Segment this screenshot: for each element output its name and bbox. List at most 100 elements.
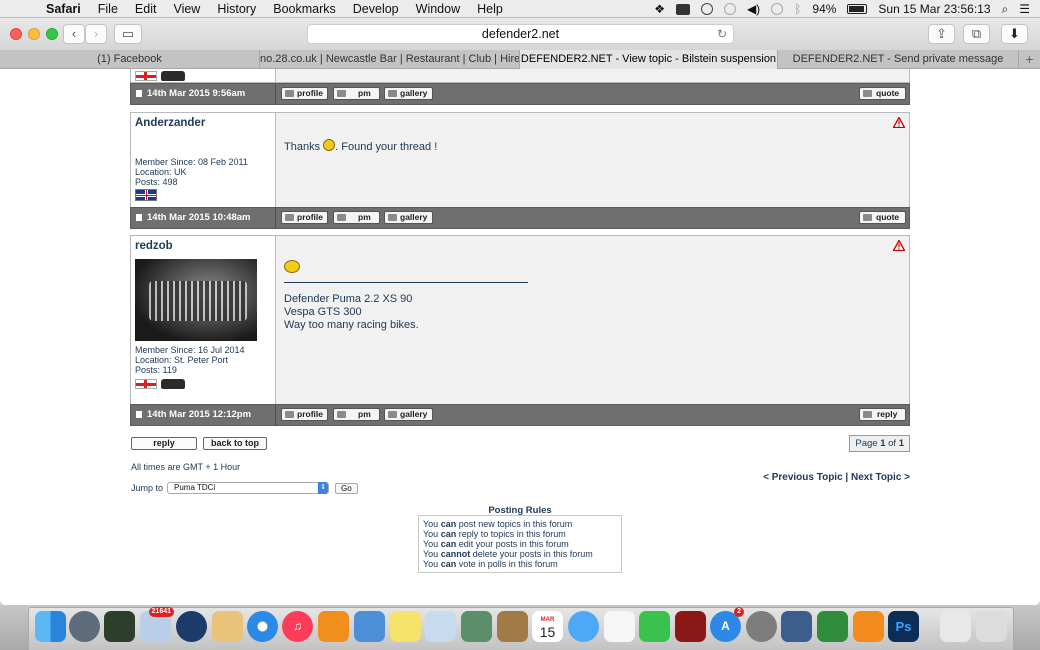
tab-facebook[interactable]: (1) Facebook bbox=[0, 50, 260, 69]
app-store-icon[interactable]: A2 bbox=[710, 607, 744, 642]
sync-icon[interactable] bbox=[700, 3, 713, 15]
menu-help[interactable]: Help bbox=[477, 2, 503, 16]
stickies-icon[interactable] bbox=[390, 611, 421, 642]
remote-desktop-icon[interactable] bbox=[176, 611, 207, 642]
photoshop-icon[interactable]: Ps bbox=[888, 611, 919, 642]
vlc-icon[interactable] bbox=[853, 611, 884, 642]
minimize-window-button[interactable] bbox=[28, 28, 40, 40]
gallery-button[interactable]: gallery bbox=[384, 87, 433, 100]
reply-button[interactable]: reply bbox=[131, 437, 197, 450]
profile-button[interactable]: profile bbox=[281, 87, 328, 100]
pagination: Page 1 of 1 bbox=[849, 435, 910, 452]
profile-button[interactable]: profile bbox=[281, 211, 328, 224]
safari-icon[interactable] bbox=[247, 611, 278, 642]
tab-view-topic[interactable]: DEFENDER2.NET - View topic - Bilstein su… bbox=[520, 50, 778, 69]
menu-window[interactable]: Window bbox=[416, 2, 460, 16]
pm-button[interactable]: pm bbox=[333, 211, 380, 224]
author-panel: Anderzander Member Since: 08 Feb 2011 Lo… bbox=[131, 113, 276, 207]
activity-monitor-icon[interactable] bbox=[781, 611, 812, 642]
ibooks-icon[interactable] bbox=[318, 611, 349, 642]
screen-recorder-icon[interactable] bbox=[675, 3, 690, 15]
author-name[interactable]: redzob bbox=[135, 240, 271, 252]
bluetooth-icon[interactable]: ᛒ bbox=[794, 2, 801, 16]
preview-icon[interactable] bbox=[425, 611, 456, 642]
photo-booth-icon[interactable] bbox=[675, 611, 706, 642]
photo-icon[interactable] bbox=[461, 611, 492, 642]
wifi-utility-icon[interactable] bbox=[817, 611, 848, 642]
quote-button[interactable]: quote bbox=[859, 211, 906, 224]
mission-control-icon[interactable] bbox=[104, 611, 135, 642]
menu-bookmarks[interactable]: Bookmarks bbox=[273, 2, 336, 16]
menu-file[interactable]: File bbox=[98, 2, 118, 16]
mail-icon[interactable]: 21641 bbox=[140, 607, 174, 642]
browser-toolbar: ‹ › ▭ defender2.net ↻ ⇪ ⧉ ⬇ bbox=[0, 18, 1040, 50]
battery-icon[interactable] bbox=[847, 4, 868, 14]
signature-line-2: Vespa GTS 300 bbox=[284, 306, 362, 318]
trash-icon[interactable] bbox=[976, 611, 1007, 642]
post-redzob: redzob Member Since: 16 Jul 2014 Locatio… bbox=[130, 235, 910, 405]
facetime-icon[interactable] bbox=[639, 611, 670, 642]
report-warning-icon[interactable] bbox=[893, 117, 905, 128]
calendar-month: MAR bbox=[540, 617, 555, 623]
forward-button[interactable]: › bbox=[85, 24, 107, 44]
signature-line-1: Defender Puma 2.2 XS 90 bbox=[284, 293, 413, 305]
itunes-icon[interactable]: ♫ bbox=[282, 611, 313, 642]
address-bar[interactable]: defender2.net ↻ bbox=[307, 24, 734, 44]
documents-stack-icon[interactable] bbox=[940, 611, 971, 642]
menu-history[interactable]: History bbox=[217, 2, 256, 16]
menu-view[interactable]: View bbox=[173, 2, 200, 16]
time-machine-icon[interactable] bbox=[771, 3, 784, 15]
gallery-button[interactable]: gallery bbox=[384, 408, 433, 421]
downloads-button[interactable]: ⬇ bbox=[1001, 24, 1028, 44]
zoom-window-button[interactable] bbox=[46, 28, 58, 40]
launchpad-icon[interactable] bbox=[69, 611, 100, 642]
share-button[interactable]: ⇪ bbox=[928, 24, 955, 44]
pagination-of: of bbox=[885, 438, 899, 449]
profile-button[interactable]: profile bbox=[281, 408, 328, 421]
notes-pad-icon[interactable] bbox=[212, 611, 243, 642]
sidebar-toggle-button[interactable]: ▭ bbox=[114, 24, 142, 44]
message-text-start: Thanks bbox=[284, 141, 324, 153]
notification-center-icon[interactable]: ☰ bbox=[1019, 2, 1030, 16]
menu-edit[interactable]: Edit bbox=[135, 2, 157, 16]
reload-icon[interactable]: ↻ bbox=[717, 25, 727, 44]
post-footer-bar: 14th Mar 2015 10:48am profile pm gallery… bbox=[130, 207, 910, 229]
menu-develop[interactable]: Develop bbox=[353, 2, 399, 16]
back-to-top-button[interactable]: back to top bbox=[203, 437, 267, 450]
battery-percent[interactable]: 94% bbox=[812, 2, 836, 16]
report-warning-icon[interactable] bbox=[893, 240, 905, 251]
next-topic-link[interactable]: Next Topic > bbox=[851, 472, 910, 483]
dropbox-icon[interactable]: ❖ bbox=[654, 2, 665, 16]
system-preferences-icon[interactable] bbox=[746, 611, 777, 642]
back-button[interactable]: ‹ bbox=[63, 24, 85, 44]
menu-app-name[interactable]: Safari bbox=[46, 2, 81, 16]
go-button[interactable]: Go bbox=[335, 482, 358, 494]
gallery-button[interactable]: gallery bbox=[384, 211, 433, 224]
jump-to-select[interactable]: Puma TDCi ⇕ bbox=[167, 482, 330, 494]
messages-status-icon[interactable] bbox=[723, 3, 736, 15]
author-name[interactable]: Anderzander bbox=[135, 117, 271, 129]
location: Location: St. Peter Port bbox=[135, 355, 229, 365]
contacts-icon[interactable] bbox=[497, 611, 528, 642]
spotlight-search-icon[interactable]: ⌕ bbox=[1002, 2, 1009, 17]
volume-icon[interactable]: ◀) bbox=[747, 2, 760, 16]
quote-button[interactable]: quote bbox=[859, 87, 906, 100]
messages-icon[interactable] bbox=[568, 611, 599, 642]
previous-topic-link[interactable]: < Previous Topic bbox=[763, 472, 843, 483]
post-reply-button[interactable]: reply bbox=[859, 408, 906, 421]
pm-button[interactable]: pm bbox=[333, 87, 380, 100]
finder-icon[interactable] bbox=[35, 611, 66, 642]
land-rover-icon bbox=[161, 70, 185, 81]
clock[interactable]: Sun 15 Mar 23:56:13 bbox=[878, 2, 990, 16]
keynote-icon[interactable] bbox=[354, 611, 385, 642]
member-since: Member Since: 16 Jul 2014 bbox=[135, 345, 245, 355]
pm-button[interactable]: pm bbox=[333, 408, 380, 421]
calendar-icon[interactable]: MAR 15 bbox=[532, 611, 563, 642]
reminders-icon[interactable] bbox=[604, 611, 635, 642]
tab-send-private-message[interactable]: DEFENDER2.NET - Send private message bbox=[778, 50, 1019, 69]
close-window-button[interactable] bbox=[10, 28, 22, 40]
tab-no28[interactable]: no.28.co.uk | Newcastle Bar | Restaurant… bbox=[260, 50, 520, 69]
post-count: Posts: 498 bbox=[135, 177, 178, 187]
new-tab-button[interactable]: + bbox=[1019, 50, 1040, 69]
show-all-tabs-button[interactable]: ⧉ bbox=[963, 24, 990, 44]
